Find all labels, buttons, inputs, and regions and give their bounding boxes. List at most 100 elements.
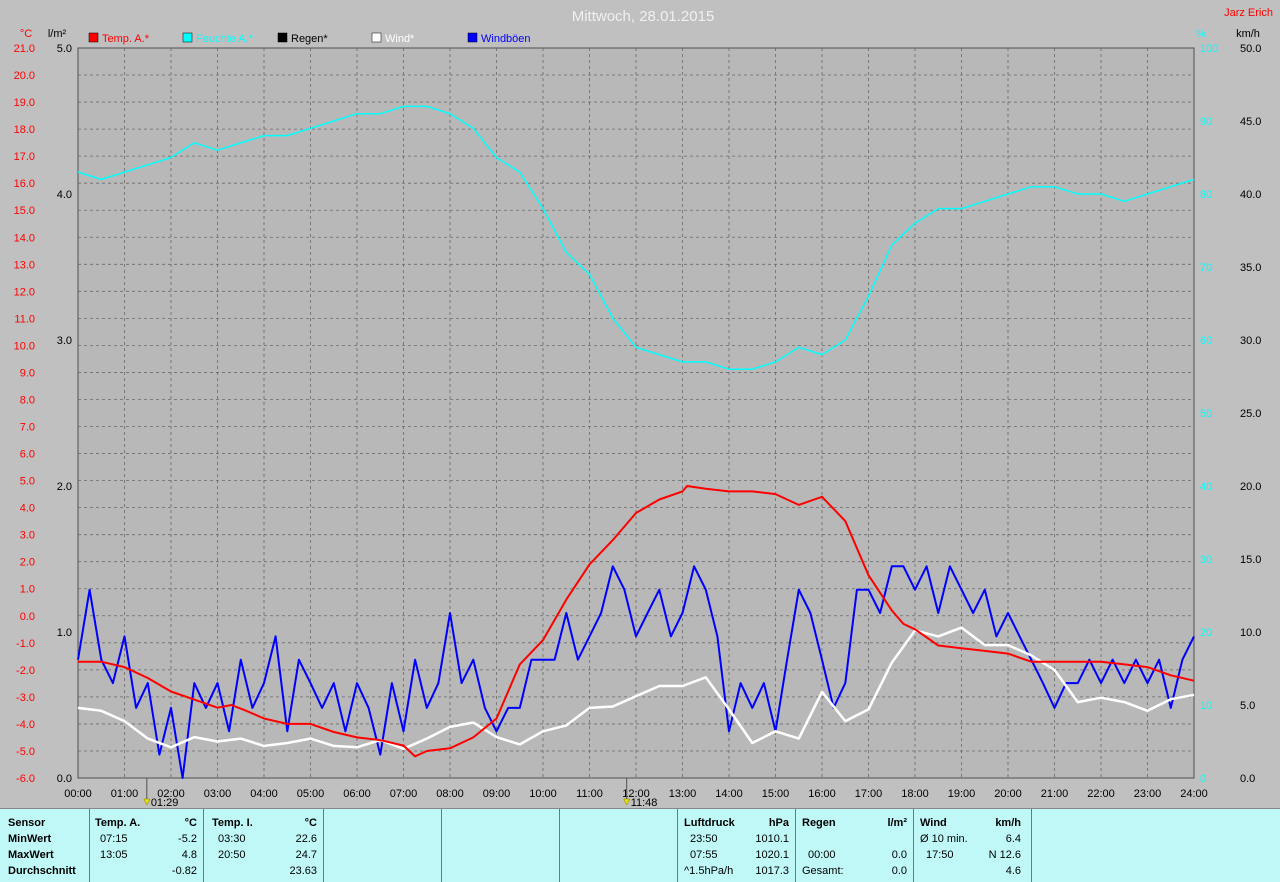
grid — [77, 47, 1195, 779]
legend-label: Regen* — [291, 33, 328, 45]
legend-swatch — [182, 32, 193, 43]
legend-swatch — [277, 32, 288, 43]
row-label-min: MinWert — [8, 833, 52, 845]
temp-i-max-time: 20:50 — [218, 849, 246, 861]
legend-swatch — [88, 32, 99, 43]
event-marker-label: 11:48 — [631, 797, 658, 808]
humidity-tick-label: 30 — [1200, 554, 1212, 566]
humidity-tick-label: 80 — [1200, 189, 1212, 201]
temp-tick-label: 12.0 — [14, 286, 35, 298]
x-tick-label: 09:00 — [483, 788, 511, 800]
temp-tick-label: 16.0 — [14, 178, 35, 190]
temp-tick-label: -1.0 — [16, 638, 35, 650]
x-tick-label: 18:00 — [901, 788, 929, 800]
legend-label: Wind* — [385, 33, 415, 45]
temp-tick-label: 20.0 — [14, 70, 35, 82]
temp-a-min-time: 07:15 — [100, 833, 128, 845]
temp-i-header: Temp. I. — [212, 817, 253, 829]
temp-tick-label: -6.0 — [16, 773, 35, 785]
x-tick-label: 24:00 — [1180, 788, 1208, 800]
legend-swatch — [467, 32, 478, 43]
humidity-tick-label: 20 — [1200, 627, 1212, 639]
temp-i-max-value: 24.7 — [295, 849, 317, 861]
wind-unit: km/h — [995, 817, 1021, 829]
x-tick-label: 04:00 — [250, 788, 278, 800]
rain-tick-label: 4.0 — [57, 189, 72, 201]
row-label-avg: Durchschnitt — [8, 865, 76, 877]
pressure-trend: ^1.5hPa/h — [684, 865, 734, 877]
pressure-min-time: 23:50 — [690, 833, 718, 845]
temp-axis-unit: °C — [20, 28, 32, 40]
sensor-column: Sensor MinWert MaxWert Durchschnitt — [0, 809, 90, 882]
humidity-tick-label: 100 — [1200, 43, 1218, 55]
humidity-tick-label: 40 — [1200, 481, 1212, 493]
legend-label: Temp. A.* — [102, 33, 150, 45]
temp-tick-label: 8.0 — [20, 394, 35, 406]
pressure-avg-value: 1017.3 — [755, 865, 789, 877]
temp-tick-label: 4.0 — [20, 503, 35, 515]
humidity-axis-unit: % — [1196, 28, 1206, 40]
rain-axis-unit: l/m² — [48, 28, 67, 40]
x-tick-label: 19:00 — [948, 788, 976, 800]
wind-tick-label: 10.0 — [1240, 627, 1261, 639]
rain-total-label: Gesamt: — [802, 865, 844, 877]
rain-tick-label: 5.0 — [57, 43, 72, 55]
humidity-tick-label: 50 — [1200, 408, 1212, 420]
temp-tick-label: 13.0 — [14, 259, 35, 271]
x-tick-label: 15:00 — [762, 788, 790, 800]
sensor-header: Sensor — [8, 817, 46, 829]
temp-i-min-time: 03:30 — [218, 833, 246, 845]
temp-tick-label: 1.0 — [20, 584, 35, 596]
rain-max-value: 0.0 — [891, 849, 907, 861]
wind-column: Wind km/h Ø 10 min. 6.4 17:50 N 12.6 4.6 — [914, 809, 1032, 882]
temp-tick-label: 3.0 — [20, 530, 35, 542]
x-tick-label: 14:00 — [715, 788, 743, 800]
rain-header: Regen — [802, 817, 836, 829]
empty-column-3 — [560, 809, 678, 882]
legend-label: Windböen — [481, 33, 531, 45]
x-tick-label: 00:00 — [64, 788, 92, 800]
x-tick-label: 13:00 — [669, 788, 697, 800]
rain-column: Regen l/m² 00:00 0.0 Gesamt: 0.0 — [796, 809, 914, 882]
wind-avg-value: 6.4 — [1005, 833, 1021, 845]
x-tick-label: 07:00 — [390, 788, 418, 800]
temp-a-avg-value: -0.82 — [171, 865, 197, 877]
temp-i-avg-value: 23.63 — [289, 865, 317, 877]
rain-time: 00:00 — [808, 849, 836, 861]
row-label-max: MaxWert — [8, 849, 54, 861]
x-tick-label: 17:00 — [855, 788, 883, 800]
temp-tick-label: 15.0 — [14, 205, 35, 217]
humidity-tick-label: 90 — [1200, 116, 1212, 128]
rain-unit: l/m² — [887, 817, 907, 829]
wind-tick-label: 30.0 — [1240, 335, 1261, 347]
humidity-tick-label: 70 — [1200, 262, 1212, 274]
wind-max-time: 17:50 — [926, 849, 954, 861]
x-tick-label: 16:00 — [808, 788, 836, 800]
pressure-max-value: 1020.1 — [755, 849, 789, 861]
stats-table: Sensor MinWert MaxWert Durchschnitt Temp… — [0, 808, 1280, 882]
wind-axis-unit: km/h — [1236, 28, 1260, 40]
temp-tick-label: 10.0 — [14, 340, 35, 352]
wind-max-value: N 12.6 — [988, 849, 1021, 861]
chart-area: Mittwoch, 28.01.2015 Jarz Erich °C 21.0 20… — [0, 0, 1280, 808]
temp-i-column: Temp. I. °C 03:30 22.6 20:50 24.7 23.63 — [204, 809, 324, 882]
wind-mean-value: 4.6 — [1005, 865, 1021, 877]
temp-tick-label: 21.0 — [14, 43, 35, 55]
wind-tick-label: 5.0 — [1240, 700, 1255, 712]
wind-tick-label: 15.0 — [1240, 554, 1261, 566]
temp-i-min-value: 22.6 — [295, 833, 317, 845]
temp-tick-label: -2.0 — [16, 665, 35, 677]
wind-tick-label: 45.0 — [1240, 116, 1261, 128]
empty-column-1 — [324, 809, 442, 882]
pressure-unit: hPa — [768, 817, 789, 829]
empty-column-2 — [442, 809, 560, 882]
temp-tick-label: -3.0 — [16, 692, 35, 704]
temp-a-max-time: 13:05 — [100, 849, 128, 861]
rain-total-value: 0.0 — [891, 865, 907, 877]
x-tick-label: 01:00 — [111, 788, 139, 800]
temp-tick-label: 14.0 — [14, 232, 35, 244]
temp-a-header: Temp. A. — [95, 817, 141, 829]
wind-tick-label: 25.0 — [1240, 408, 1261, 420]
temp-i-unit: °C — [304, 817, 317, 829]
humidity-tick-label: 60 — [1200, 335, 1212, 347]
